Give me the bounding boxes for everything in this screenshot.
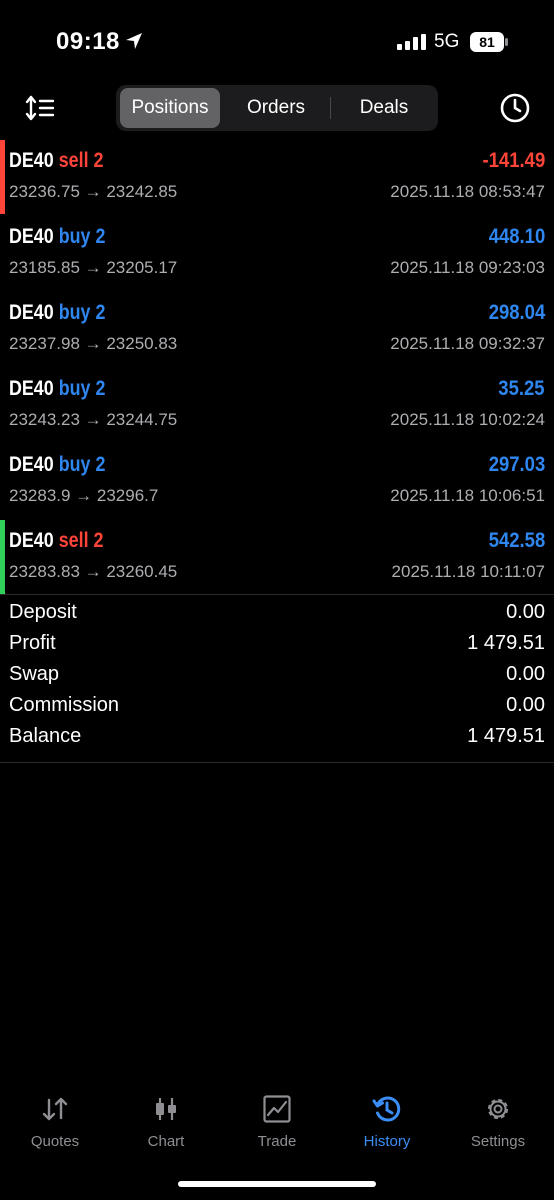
symbol: DE40: [9, 149, 54, 172]
position-row[interactable]: DE40 sell 2 542.58 23283.83 → 23260.45 20…: [0, 520, 554, 596]
trade-side: buy 2: [58, 301, 106, 324]
positions-list: DE40 sell 2 -141.49 23236.75 → 23242.85 2…: [0, 140, 554, 596]
sort-icon[interactable]: [24, 94, 56, 122]
profit: -141.49: [482, 149, 545, 172]
status-time: 09:18: [56, 28, 120, 55]
location-arrow-icon: [126, 33, 142, 49]
summary-label: Deposit: [9, 601, 77, 623]
symbol: DE40: [9, 225, 54, 248]
trade-side: buy 2: [58, 377, 106, 400]
row-indicator: [0, 216, 5, 290]
summary-value: 1 479.51: [467, 632, 545, 654]
summary-row-profit: Profit 1 479.51: [0, 632, 554, 663]
settings-icon: [487, 1098, 509, 1120]
price-range: 23283.83 → 23260.45: [9, 562, 178, 581]
chart-icon: [156, 1098, 176, 1120]
tab-label: History: [363, 1133, 411, 1150]
tab-history[interactable]: History: [332, 1090, 442, 1150]
position-row[interactable]: DE40 buy 2 298.04 23237.98 → 23250.83 202…: [0, 292, 554, 368]
profit: 297.03: [488, 453, 545, 476]
symbol: DE40: [9, 377, 54, 400]
price-range: 23236.75 → 23242.85: [9, 182, 178, 201]
history-icon: [372, 1096, 401, 1122]
summary-row-commission: Commission 0.00: [0, 694, 554, 725]
home-indicator: [178, 1181, 376, 1187]
profit: 298.04: [488, 301, 545, 324]
battery-level: 81: [479, 34, 495, 50]
tab-orders[interactable]: Orders: [224, 88, 328, 128]
summary-divider: [0, 762, 554, 763]
position-row[interactable]: DE40 buy 2 35.25 23243.23 → 23244.75 2025…: [0, 368, 554, 444]
profit: 35.25: [498, 377, 545, 400]
trade-side: sell 2: [58, 529, 104, 552]
price-range: 23283.9 → 23296.7: [9, 486, 159, 505]
summary-row-swap: Swap 0.00: [0, 663, 554, 694]
clock-icon[interactable]: [499, 92, 531, 124]
tab-trade[interactable]: Trade: [222, 1090, 332, 1150]
position-row[interactable]: DE40 buy 2 448.10 23185.85 → 23205.17 202…: [0, 216, 554, 292]
close-time: 2025.11.18 09:32:37: [390, 334, 545, 353]
price-range: 23237.98 → 23250.83: [9, 334, 178, 353]
summary-label: Balance: [9, 725, 82, 747]
symbol: DE40: [9, 529, 54, 552]
summary-row-balance: Balance 1 479.51: [0, 725, 554, 756]
row-indicator: [0, 140, 5, 214]
network-type: 5G: [434, 31, 460, 52]
list-divider: [0, 594, 554, 595]
row-indicator: [0, 292, 5, 366]
tab-label: Quotes: [30, 1133, 80, 1150]
symbol: DE40: [9, 453, 54, 476]
status-bar: 09:18 5G 81: [0, 0, 554, 80]
position-row[interactable]: DE40 sell 2 -141.49 23236.75 → 23242.85 2…: [0, 140, 554, 216]
tab-quotes[interactable]: Quotes: [0, 1090, 110, 1150]
tab-deals[interactable]: Deals: [332, 88, 436, 128]
tab-chart[interactable]: Chart: [111, 1090, 221, 1150]
close-time: 2025.11.18 10:11:07: [391, 562, 545, 581]
tab-label: Settings: [470, 1133, 526, 1150]
tab-divider: [330, 97, 331, 119]
profit: 448.10: [488, 225, 545, 248]
close-time: 2025.11.18 10:06:51: [390, 486, 545, 505]
close-time: 2025.11.18 10:02:24: [390, 410, 545, 429]
bottom-tab-bar: Quotes Chart Trade History Settings: [0, 1090, 554, 1160]
summary-value: 0.00: [506, 663, 545, 685]
row-indicator: [0, 444, 5, 518]
close-time: 2025.11.18 09:23:03: [390, 258, 545, 277]
tab-settings[interactable]: Settings: [443, 1090, 553, 1150]
account-summary: Deposit 0.00 Profit 1 479.51 Swap 0.00 Comm…: [0, 601, 554, 756]
row-indicator: [0, 368, 5, 442]
summary-value: 0.00: [506, 694, 545, 716]
trade-side: sell 2: [58, 149, 104, 172]
close-time: 2025.11.18 08:53:47: [390, 182, 545, 201]
summary-row-deposit: Deposit 0.00: [0, 601, 554, 632]
summary-value: 0.00: [506, 601, 545, 623]
summary-label: Profit: [9, 632, 56, 654]
cellular-signal-icon: [397, 34, 426, 50]
row-indicator: [0, 520, 5, 594]
symbol: DE40: [9, 301, 54, 324]
trade-side: buy 2: [58, 225, 106, 248]
summary-label: Commission: [9, 694, 120, 716]
summary-label: Swap: [9, 663, 60, 685]
price-range: 23243.23 → 23244.75: [9, 410, 178, 429]
battery-icon: 81: [470, 32, 508, 52]
history-tabs: Positions Orders Deals: [116, 85, 438, 131]
summary-value: 1 479.51: [467, 725, 545, 747]
trade-side: buy 2: [58, 453, 106, 476]
price-range: 23185.85 → 23205.17: [9, 258, 178, 277]
profit: 542.58: [488, 529, 545, 552]
quotes-icon: [42, 1097, 68, 1121]
tab-label: Trade: [257, 1133, 297, 1150]
position-row[interactable]: DE40 buy 2 297.03 23283.9 → 23296.7 2025.…: [0, 444, 554, 520]
history-header: Positions Orders Deals: [0, 84, 554, 132]
tab-positions[interactable]: Positions: [120, 88, 220, 128]
tab-label: Chart: [147, 1133, 185, 1150]
trade-icon: [263, 1095, 291, 1123]
